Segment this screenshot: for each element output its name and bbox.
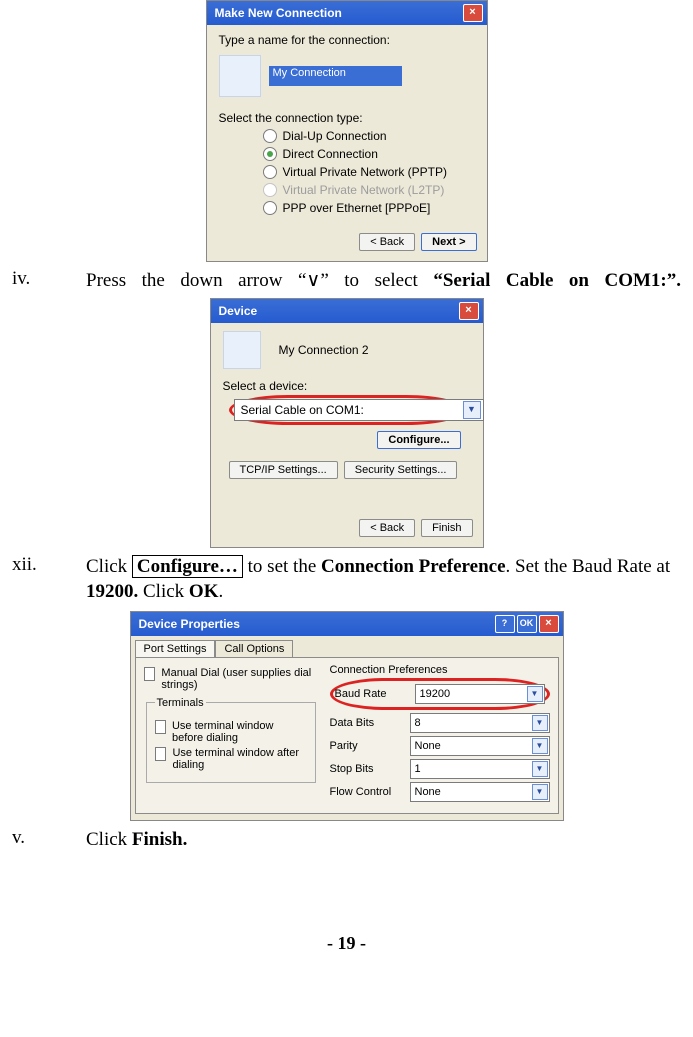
manual-dial-checkbox[interactable]: Manual Dial (user supplies dial strings) bbox=[144, 667, 318, 691]
tab-call-options[interactable]: Call Options bbox=[215, 640, 293, 657]
radio-direct[interactable]: Direct Connection bbox=[263, 147, 475, 161]
next-button[interactable]: Next > bbox=[421, 233, 476, 251]
flow-control-combobox[interactable]: None ▼ bbox=[410, 782, 550, 802]
combo-value: 19200 bbox=[420, 688, 451, 700]
baud-rate-combobox[interactable]: 19200 ▼ bbox=[415, 684, 545, 704]
finish-button[interactable]: Finish bbox=[421, 519, 472, 537]
checkbox-label: Use terminal window before dialing bbox=[172, 720, 307, 744]
combo-value: None bbox=[415, 740, 441, 752]
checkbox-icon bbox=[155, 720, 166, 734]
connection-name-label: My Connection 2 bbox=[279, 343, 369, 357]
text: Press the down arrow “ bbox=[86, 270, 306, 291]
checkbox-label: Manual Dial (user supplies dial strings) bbox=[161, 667, 317, 691]
down-arrow-icon: ∨ bbox=[306, 270, 320, 291]
checkbox-label: Use terminal window after dialing bbox=[172, 747, 306, 771]
radio-vpn-l2tp: Virtual Private Network (L2TP) bbox=[263, 183, 475, 197]
select-device-label: Select a device: bbox=[223, 379, 471, 393]
combo-value: None bbox=[415, 786, 441, 798]
radio-label: Direct Connection bbox=[283, 147, 378, 161]
instruction-step-xii: xii. Click Configure… to set the Connect… bbox=[12, 554, 681, 605]
flow-control-label: Flow Control bbox=[330, 786, 400, 798]
step-number: iv. bbox=[12, 268, 86, 290]
text-bold: Finish. bbox=[132, 829, 187, 850]
close-icon[interactable]: × bbox=[459, 302, 479, 320]
back-button[interactable]: < Back bbox=[359, 519, 415, 537]
help-icon[interactable]: ? bbox=[495, 615, 515, 633]
close-icon[interactable]: × bbox=[463, 4, 483, 22]
chevron-down-icon[interactable]: ▼ bbox=[463, 401, 481, 419]
radio-label: Dial-Up Connection bbox=[283, 129, 387, 143]
combo-value: 8 bbox=[415, 717, 421, 729]
checkbox-icon bbox=[144, 667, 156, 681]
terminal-before-checkbox[interactable]: Use terminal window before dialing bbox=[155, 720, 307, 744]
data-bits-label: Data Bits bbox=[330, 717, 400, 729]
text-bold: Connection Preference bbox=[321, 556, 506, 577]
text: Click bbox=[86, 829, 132, 850]
dialog-title: Device Properties bbox=[139, 617, 240, 631]
close-icon[interactable]: × bbox=[539, 615, 559, 633]
configure-text-framed: Configure… bbox=[132, 555, 243, 578]
radio-label: Virtual Private Network (PPTP) bbox=[283, 165, 448, 179]
data-bits-combobox[interactable]: 8 ▼ bbox=[410, 713, 550, 733]
terminals-legend: Terminals bbox=[155, 697, 206, 709]
tab-port-settings[interactable]: Port Settings bbox=[135, 640, 216, 657]
text: Click bbox=[138, 581, 189, 602]
step-number: v. bbox=[12, 827, 86, 849]
chevron-down-icon[interactable]: ▼ bbox=[532, 761, 548, 777]
terminal-after-checkbox[interactable]: Use terminal window after dialing bbox=[155, 747, 307, 771]
baud-rate-label: Baud Rate bbox=[335, 688, 405, 700]
text: to set the bbox=[243, 556, 321, 577]
text: . Set the Baud Rate at bbox=[506, 556, 671, 577]
stop-bits-combobox[interactable]: 1 ▼ bbox=[410, 759, 550, 779]
combo-value: 1 bbox=[415, 763, 421, 775]
titlebar: Make New Connection × bbox=[207, 1, 487, 25]
text-bold: 19200. bbox=[86, 581, 138, 602]
configure-button[interactable]: Configure... bbox=[377, 431, 460, 449]
radio-pppoe[interactable]: PPP over Ethernet [PPPoE] bbox=[263, 201, 475, 215]
connection-icon bbox=[219, 55, 261, 97]
security-settings-button[interactable]: Security Settings... bbox=[344, 461, 458, 479]
stop-bits-label: Stop Bits bbox=[330, 763, 400, 775]
tcpip-settings-button[interactable]: TCP/IP Settings... bbox=[229, 461, 338, 479]
text: ” to select bbox=[320, 270, 433, 291]
chevron-down-icon[interactable]: ▼ bbox=[527, 686, 543, 702]
chevron-down-icon[interactable]: ▼ bbox=[532, 738, 548, 754]
parity-label: Parity bbox=[330, 740, 400, 752]
titlebar: Device × bbox=[211, 299, 483, 323]
dialog-title: Device bbox=[219, 304, 258, 318]
radio-label: Virtual Private Network (L2TP) bbox=[283, 183, 445, 197]
text-bold: “Serial Cable on COM1:”. bbox=[433, 270, 681, 291]
connection-name-input[interactable]: My Connection bbox=[269, 66, 402, 86]
radio-vpn-pptp[interactable]: Virtual Private Network (PPTP) bbox=[263, 165, 475, 179]
dialog-title: Make New Connection bbox=[215, 6, 342, 20]
back-button[interactable]: < Back bbox=[359, 233, 415, 251]
device-icon bbox=[223, 331, 261, 369]
page-number: - 19 - bbox=[12, 933, 681, 954]
titlebar: Device Properties ? OK × bbox=[131, 612, 563, 636]
device-combobox[interactable]: Serial Cable on COM1: ▼ bbox=[234, 399, 484, 421]
chevron-down-icon[interactable]: ▼ bbox=[532, 784, 548, 800]
instruction-step-iv: iv. Press the down arrow “∨” to select “… bbox=[12, 268, 681, 294]
text: . bbox=[218, 581, 223, 602]
connection-preferences-legend: Connection Preferences bbox=[330, 664, 550, 676]
device-dialog: Device × My Connection 2 Select a device… bbox=[210, 298, 484, 548]
ok-button[interactable]: OK bbox=[517, 615, 537, 633]
prompt-name-label: Type a name for the connection: bbox=[219, 33, 475, 47]
checkbox-icon bbox=[155, 747, 167, 761]
chevron-down-icon[interactable]: ▼ bbox=[532, 715, 548, 731]
text: Click bbox=[86, 556, 132, 577]
radio-label: PPP over Ethernet [PPPoE] bbox=[283, 201, 431, 215]
text-bold: OK bbox=[189, 581, 219, 602]
instruction-step-v: v. Click Finish. bbox=[12, 827, 681, 853]
device-properties-dialog: Device Properties ? OK × Port Settings C… bbox=[130, 611, 564, 821]
make-new-connection-dialog: Make New Connection × Type a name for th… bbox=[206, 0, 488, 262]
parity-combobox[interactable]: None ▼ bbox=[410, 736, 550, 756]
step-number: xii. bbox=[12, 554, 86, 576]
radio-dialup[interactable]: Dial-Up Connection bbox=[263, 129, 475, 143]
combo-value: Serial Cable on COM1: bbox=[241, 403, 364, 417]
highlight-oval: Serial Cable on COM1: ▼ bbox=[229, 395, 465, 425]
highlight-oval: Baud Rate 19200 ▼ bbox=[330, 678, 550, 710]
prompt-type-label: Select the connection type: bbox=[219, 111, 475, 125]
